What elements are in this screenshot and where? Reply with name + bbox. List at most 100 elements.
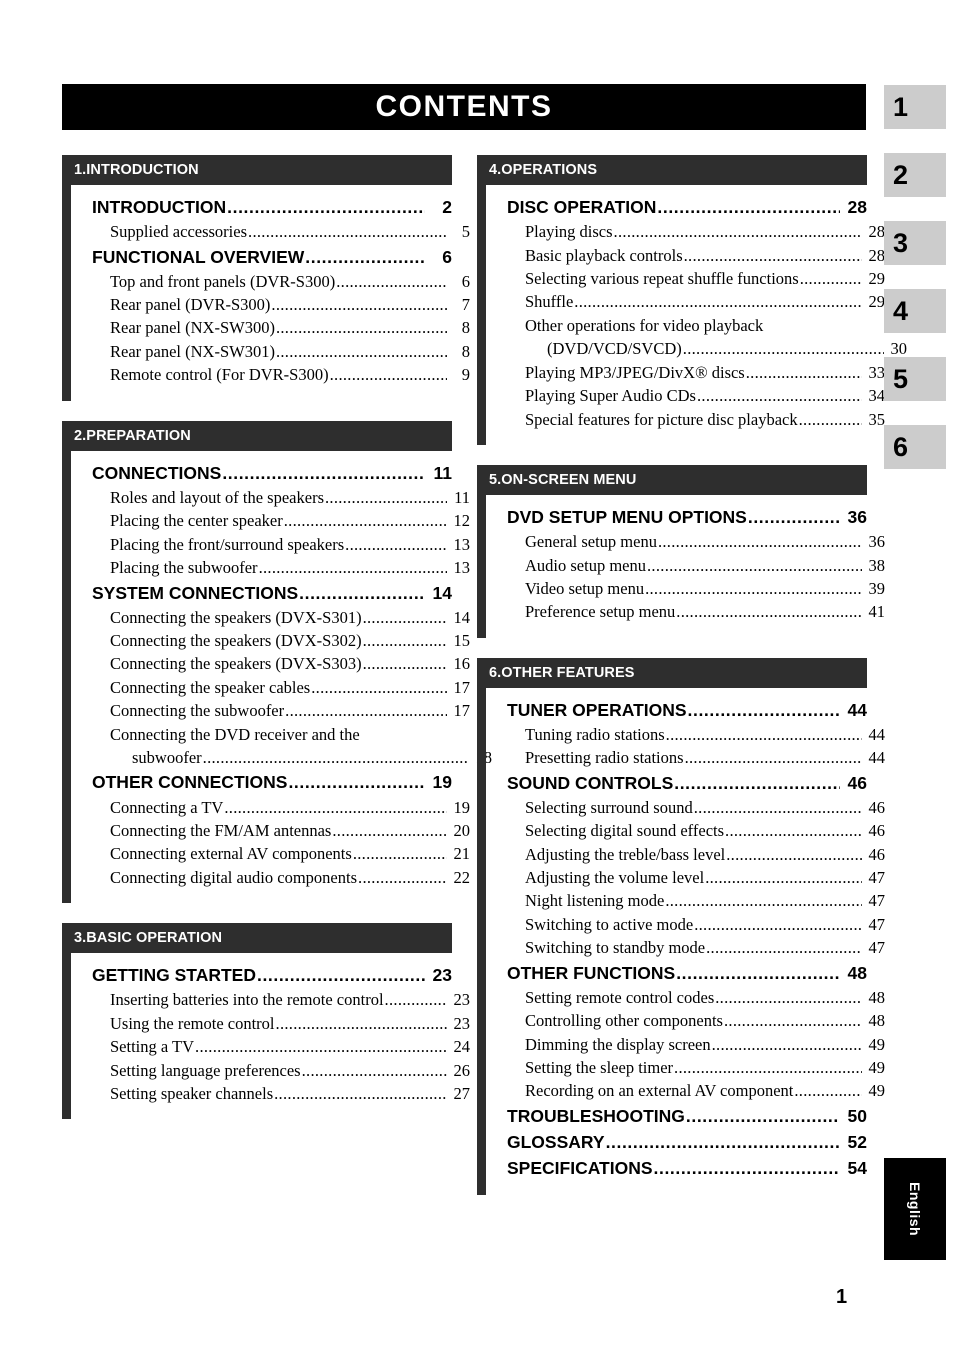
side-tab-6[interactable]: 6	[884, 425, 946, 469]
toc-entry-sub[interactable]: Selecting digital sound effects.........…	[507, 819, 885, 842]
toc-entry-sub[interactable]: Basic playback controls.................…	[507, 244, 885, 267]
toc-entry-major[interactable]: OTHER CONNECTIONS.......................…	[92, 770, 452, 795]
toc-entry-sub[interactable]: Roles and layout of the speakers........…	[92, 486, 470, 509]
toc-entry-sub[interactable]: Presetting radio stations...............…	[507, 746, 885, 769]
toc-entry-sub[interactable]: Placing the front/surround speakers.....…	[92, 533, 470, 556]
toc-entry-sub[interactable]: Other operations for video playback.....…	[507, 314, 885, 337]
toc-entry-major[interactable]: CONNECTIONS.............................…	[92, 461, 452, 486]
toc-entry-sub[interactable]: Adjusting the treble/bass level.........…	[507, 843, 885, 866]
toc-entry-major[interactable]: INTRODUCTION............................…	[92, 195, 452, 220]
toc-entry-sub[interactable]: subwoofer...............................…	[92, 746, 492, 769]
side-tab-1[interactable]: 1	[884, 85, 946, 129]
toc-entry-sub[interactable]: Audio setup menu........................…	[507, 554, 885, 577]
toc-entry-list: DISC OPERATION..........................…	[507, 195, 907, 431]
toc-entry-sub[interactable]: Switching to standby mode...............…	[507, 936, 885, 959]
toc-entry-sub[interactable]: Setting speaker channels................…	[92, 1082, 470, 1105]
toc-entry-sub[interactable]: (DVD/VCD/SVCD)..........................…	[507, 337, 907, 360]
toc-entry-sub[interactable]: Inserting batteries into the remote cont…	[92, 988, 470, 1011]
toc-entry-sub[interactable]: Setting language preferences............…	[92, 1059, 470, 1082]
toc-entry-major[interactable]: SYSTEM CONNECTIONS......................…	[92, 581, 452, 606]
toc-entry-major[interactable]: FUNCTIONAL OVERVIEW.....................…	[92, 245, 452, 270]
toc-entry-sub[interactable]: Placing the center speaker..............…	[92, 509, 470, 532]
toc-entry-sub[interactable]: Playing MP3/JPEG/DivX® discs............…	[507, 361, 885, 384]
side-tab-3[interactable]: 3	[884, 221, 946, 265]
toc-entry-sub[interactable]: Remote control (For DVR-S300)...........…	[92, 363, 470, 386]
toc-entry-sub[interactable]: Selecting surround sound................…	[507, 796, 885, 819]
toc-entry-sub[interactable]: Setting the sleep timer.................…	[507, 1056, 885, 1079]
toc-entry-sub[interactable]: Switching to active mode................…	[507, 913, 885, 936]
toc-section: 1.INTRODUCTION INTRODUCTION..............…	[62, 155, 470, 401]
toc-entry-sub[interactable]: Connecting the subwoofer................…	[92, 699, 470, 722]
toc-entry-label: (DVD/VCD/SVCD)	[547, 339, 682, 359]
toc-entry-sub[interactable]: Connecting the speakers (DVX-S303)......…	[92, 652, 470, 675]
toc-leader-dots: ........................................…	[794, 1081, 862, 1101]
toc-entry-sub[interactable]: Using the remote control................…	[92, 1012, 470, 1035]
toc-entry-sub[interactable]: Connecting a TV.........................…	[92, 796, 470, 819]
toc-entry-sub[interactable]: Dimming the display screen..............…	[507, 1033, 885, 1056]
toc-entry-sub[interactable]: Connecting the DVD receiver and the.....…	[92, 723, 470, 746]
toc-entry-major[interactable]: SPECIFICATIONS..........................…	[507, 1156, 867, 1181]
toc-entry-page: 36	[868, 532, 886, 552]
toc-entry-sub[interactable]: Preference setup menu...................…	[507, 600, 885, 623]
toc-leader-dots: ........................................…	[362, 607, 447, 627]
toc-entry-page: 28	[847, 197, 867, 218]
side-tab-4[interactable]: 4	[884, 289, 946, 333]
toc-leader-dots: ........................................…	[362, 654, 447, 674]
toc-entry-major[interactable]: GETTING STARTED.........................…	[92, 963, 452, 988]
toc-entry-sub[interactable]: Placing the subwoofer...................…	[92, 556, 470, 579]
toc-entry-label: TUNER OPERATIONS	[507, 699, 687, 720]
toc-entry-sub[interactable]: Rear panel (NX-SW301)...................…	[92, 340, 470, 363]
toc-entry-major[interactable]: DISC OPERATION..........................…	[507, 195, 867, 220]
side-tab-5[interactable]: 5	[884, 357, 946, 401]
page-number: 1	[836, 1286, 848, 1308]
toc-entry-major[interactable]: DVD SETUP MENU OPTIONS..................…	[507, 505, 867, 530]
toc-entry-sub[interactable]: Setting remote control codes............…	[507, 986, 885, 1009]
toc-entry-label: Connecting the speakers (DVX-S302)	[110, 630, 362, 650]
toc-entry-page: 8	[461, 318, 470, 338]
toc-entry-sub[interactable]: Adjusting the volume level..............…	[507, 866, 885, 889]
toc-entry-sub[interactable]: Connecting external AV components.......…	[92, 842, 470, 865]
toc-entry-major[interactable]: GLOSSARY................................…	[507, 1130, 867, 1155]
toc-entry-sub[interactable]: Connecting the speaker cables...........…	[92, 676, 470, 699]
toc-entry-page: 41	[868, 602, 886, 622]
toc-entry-sub[interactable]: Recording on an external AV component...…	[507, 1079, 885, 1102]
toc-section-header: 6.OTHER FEATURES	[477, 657, 867, 688]
toc-entry-sub[interactable]: Rear panel (NX-SW300)...................…	[92, 316, 470, 339]
toc-entry-sub[interactable]: Connecting the speakers (DVX-S302)......…	[92, 629, 470, 652]
toc-entry-major[interactable]: SOUND CONTROLS..........................…	[507, 771, 867, 796]
toc-entry-major[interactable]: OTHER FUNCTIONS.........................…	[507, 961, 867, 986]
toc-entry-sub[interactable]: Night listening mode....................…	[507, 889, 885, 912]
toc-entry-label: Playing MP3/JPEG/DivX® discs	[525, 362, 745, 382]
toc-entry-label: Connecting external AV components	[110, 844, 352, 864]
toc-entry-sub[interactable]: Playing Super Audio CDs.................…	[507, 384, 885, 407]
toc-entry-sub[interactable]: Connecting the FM/AM antennas...........…	[92, 819, 470, 842]
side-tab-2[interactable]: 2	[884, 153, 946, 197]
toc-entry-sub[interactable]: Setting a TV............................…	[92, 1035, 470, 1058]
toc-entry-sub[interactable]: Selecting various repeat shuffle functio…	[507, 267, 885, 290]
toc-entry-page: 47	[868, 914, 886, 934]
toc-entry-sub[interactable]: General setup menu......................…	[507, 530, 885, 553]
toc-entry-label: Connecting digital audio components	[110, 867, 358, 887]
toc-entry-sub[interactable]: Playing discs...........................…	[507, 220, 885, 243]
toc-entry-sub[interactable]: Connecting digital audio components.....…	[92, 866, 470, 889]
toc-entry-page: 54	[847, 1157, 867, 1178]
toc-entry-label: Roles and layout of the speakers	[110, 487, 324, 507]
toc-entry-sub[interactable]: Top and front panels (DVR-S300).........…	[92, 270, 470, 293]
toc-entry-label: Inserting batteries into the remote cont…	[110, 990, 384, 1010]
toc-entry-sub[interactable]: Video setup menu........................…	[507, 577, 885, 600]
toc-entry-sub[interactable]: Controlling other components............…	[507, 1009, 885, 1032]
toc-entry-major[interactable]: TROUBLESHOOTING.........................…	[507, 1104, 867, 1129]
toc-entry-label: Recording on an external AV component	[525, 1081, 794, 1101]
toc-entry-sub[interactable]: Special features for picture disc playba…	[507, 408, 885, 431]
toc-entry-label: Selecting digital sound effects	[525, 821, 725, 841]
toc-entry-sub[interactable]: Shuffle.................................…	[507, 290, 885, 313]
toc-entry-major[interactable]: TUNER OPERATIONS........................…	[507, 698, 867, 723]
toc-entry-sub[interactable]: Connecting the speakers (DVX-S301)......…	[92, 606, 470, 629]
toc-entry-sub[interactable]: Supplied accessories....................…	[92, 220, 470, 243]
toc-leader-dots: ........................................…	[324, 487, 447, 507]
toc-entry-sub[interactable]: Rear panel (DVR-S300)...................…	[92, 293, 470, 316]
toc-column-left: 1.INTRODUCTION INTRODUCTION..............…	[62, 155, 492, 1139]
toc-entry-label: Connecting the DVD receiver and the	[110, 724, 360, 744]
toc-entry-sub[interactable]: Tuning radio stations...................…	[507, 723, 885, 746]
toc-section-body: CONNECTIONS.............................…	[62, 450, 492, 904]
